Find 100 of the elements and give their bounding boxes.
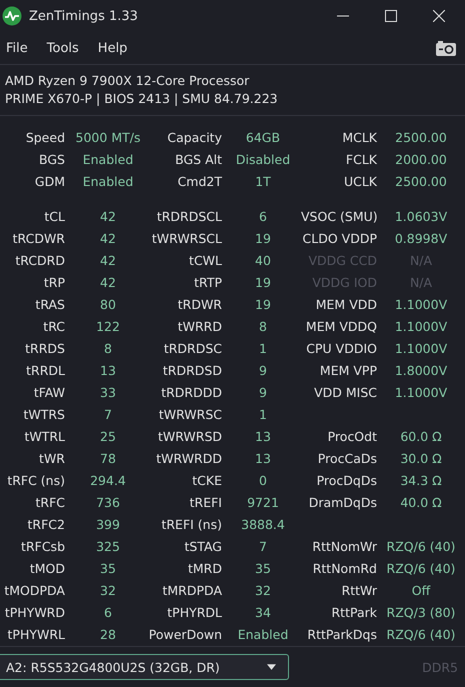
field-value: RZQ/6 (40) — [386, 538, 456, 556]
module-dropdown[interactable]: A2: R5S532G4800U2S (32GB, DR) — [0, 654, 289, 680]
field-value: RZQ/6 (40) — [386, 560, 456, 578]
field-label: tFAW — [32, 384, 66, 402]
field-value: 6 — [103, 604, 113, 622]
field-label: tRDRDSD — [162, 362, 223, 380]
field-value: N/A — [408, 252, 434, 270]
field-label: tCKE — [191, 472, 223, 490]
menu-item[interactable]: Help — [98, 40, 128, 56]
field-value: 1.1000V — [394, 384, 448, 402]
field-value: 325 — [95, 538, 121, 556]
field-label: tRFC (ns) — [6, 472, 66, 490]
close-icon[interactable] — [433, 10, 445, 22]
field-label: tRCDRD — [14, 252, 66, 270]
field-label: BGS — [38, 151, 66, 170]
caret-icon — [267, 664, 276, 670]
field-label: tCWL — [188, 252, 223, 270]
field-label: tRRDS — [24, 340, 66, 358]
window-title: ZenTimings 1.33 — [29, 8, 139, 24]
field-value: RZQ/6 (40) — [386, 626, 456, 644]
field-label: UCLK — [342, 173, 378, 192]
field-label: RttWr — [340, 582, 378, 600]
field-label: tWRWRSCL — [150, 230, 223, 248]
field-value: 399 — [95, 516, 121, 534]
field-label: RttPark — [330, 604, 378, 622]
field-label: VSOC (SMU) — [301, 208, 379, 226]
field-value: 28 — [99, 626, 117, 644]
menu-item[interactable]: File — [6, 40, 28, 56]
field-value: 6 — [258, 208, 268, 226]
field-value: 9721 — [246, 494, 280, 512]
field-label: VDDG IOD — [311, 274, 378, 292]
field-value: 64GB — [244, 129, 282, 148]
field-label: ProcCaDs — [316, 450, 378, 468]
field-value: N/A — [408, 274, 434, 292]
field-value: 34.3 Ω — [399, 472, 443, 490]
field-label: DramDqDs — [308, 494, 378, 512]
field-value: 122 — [95, 318, 121, 336]
field-value: 19 — [254, 274, 272, 292]
field-value: 7 — [103, 406, 113, 424]
field-label: tRFCsb — [20, 538, 66, 556]
camera-icon[interactable] — [436, 40, 456, 56]
field-value: 13 — [254, 428, 272, 446]
field-value: Enabled — [236, 626, 290, 644]
field-label: RttNomRd — [312, 560, 378, 578]
field-label: tPHYRDL — [166, 604, 223, 622]
field-value: 1.0603V — [394, 208, 448, 226]
menu-item[interactable]: Tools — [46, 40, 79, 56]
field-value: 42 — [99, 230, 117, 248]
field-value: 13 — [254, 450, 272, 468]
field-label: tWRRD — [176, 318, 223, 336]
field-label: tREFI (ns) — [160, 516, 223, 534]
field-label: VDDG CCD — [307, 252, 378, 270]
board-info: PRIME X670-P | BIOS 2413 | SMU 84.79.223 — [5, 90, 279, 108]
field-label: tRC — [42, 318, 66, 336]
field-label: tMRD — [187, 560, 223, 578]
field-value: 32 — [99, 582, 117, 600]
field-value: Off — [410, 582, 432, 600]
field-label: tSTAG — [183, 538, 223, 556]
field-value: 7 — [258, 538, 268, 556]
field-value: 33 — [99, 384, 117, 402]
field-label: MCLK — [341, 129, 378, 148]
field-label: tPHYWRL — [6, 626, 66, 644]
field-value: 19 — [254, 230, 272, 248]
field-label: tMRDPDA — [162, 582, 223, 600]
field-value: 0 — [258, 472, 268, 490]
field-label: tREFI — [188, 494, 223, 512]
field-value: 1.1000V — [394, 296, 448, 314]
field-value: 294.4 — [89, 472, 127, 490]
field-value: 60.0 Ω — [399, 428, 443, 446]
field-value: 9 — [258, 384, 268, 402]
app-logo-icon — [2, 6, 22, 26]
field-value: 35 — [254, 560, 272, 578]
field-label: ProcOdt — [326, 428, 378, 446]
field-label: FCLK — [344, 151, 378, 170]
field-label: tWTRS — [22, 406, 66, 424]
field-value: 34 — [254, 604, 272, 622]
field-value: 1.1000V — [394, 318, 448, 336]
field-label: tRCDWR — [12, 230, 66, 248]
field-label: tRTP — [193, 274, 223, 292]
field-label: tRDWR — [176, 296, 223, 314]
field-label: RttParkDqs — [306, 626, 378, 644]
field-value: 3888.4 — [240, 516, 286, 534]
field-label: CPU VDDIO — [305, 340, 378, 358]
field-value: 736 — [95, 494, 121, 512]
field-label: MEM VDD — [314, 296, 378, 314]
field-label: tWRWRSC — [158, 406, 223, 424]
maximize-icon[interactable] — [385, 10, 397, 22]
field-value: 0.8998V — [394, 230, 448, 248]
field-label: tRP — [42, 274, 66, 292]
field-value: 8 — [103, 340, 113, 358]
field-label: tWR — [38, 450, 66, 468]
field-value: 1.1000V — [394, 340, 448, 358]
field-value: 42 — [99, 274, 117, 292]
field-label: tRAS — [34, 296, 66, 314]
field-label: tWRWRSD — [156, 428, 223, 446]
field-value: 2500.00 — [394, 173, 448, 192]
field-label: tMODPDA — [3, 582, 66, 600]
field-label: ProcDqDs — [316, 472, 378, 490]
field-value: 1T — [254, 173, 272, 192]
field-label: RttNomWr — [311, 538, 378, 556]
